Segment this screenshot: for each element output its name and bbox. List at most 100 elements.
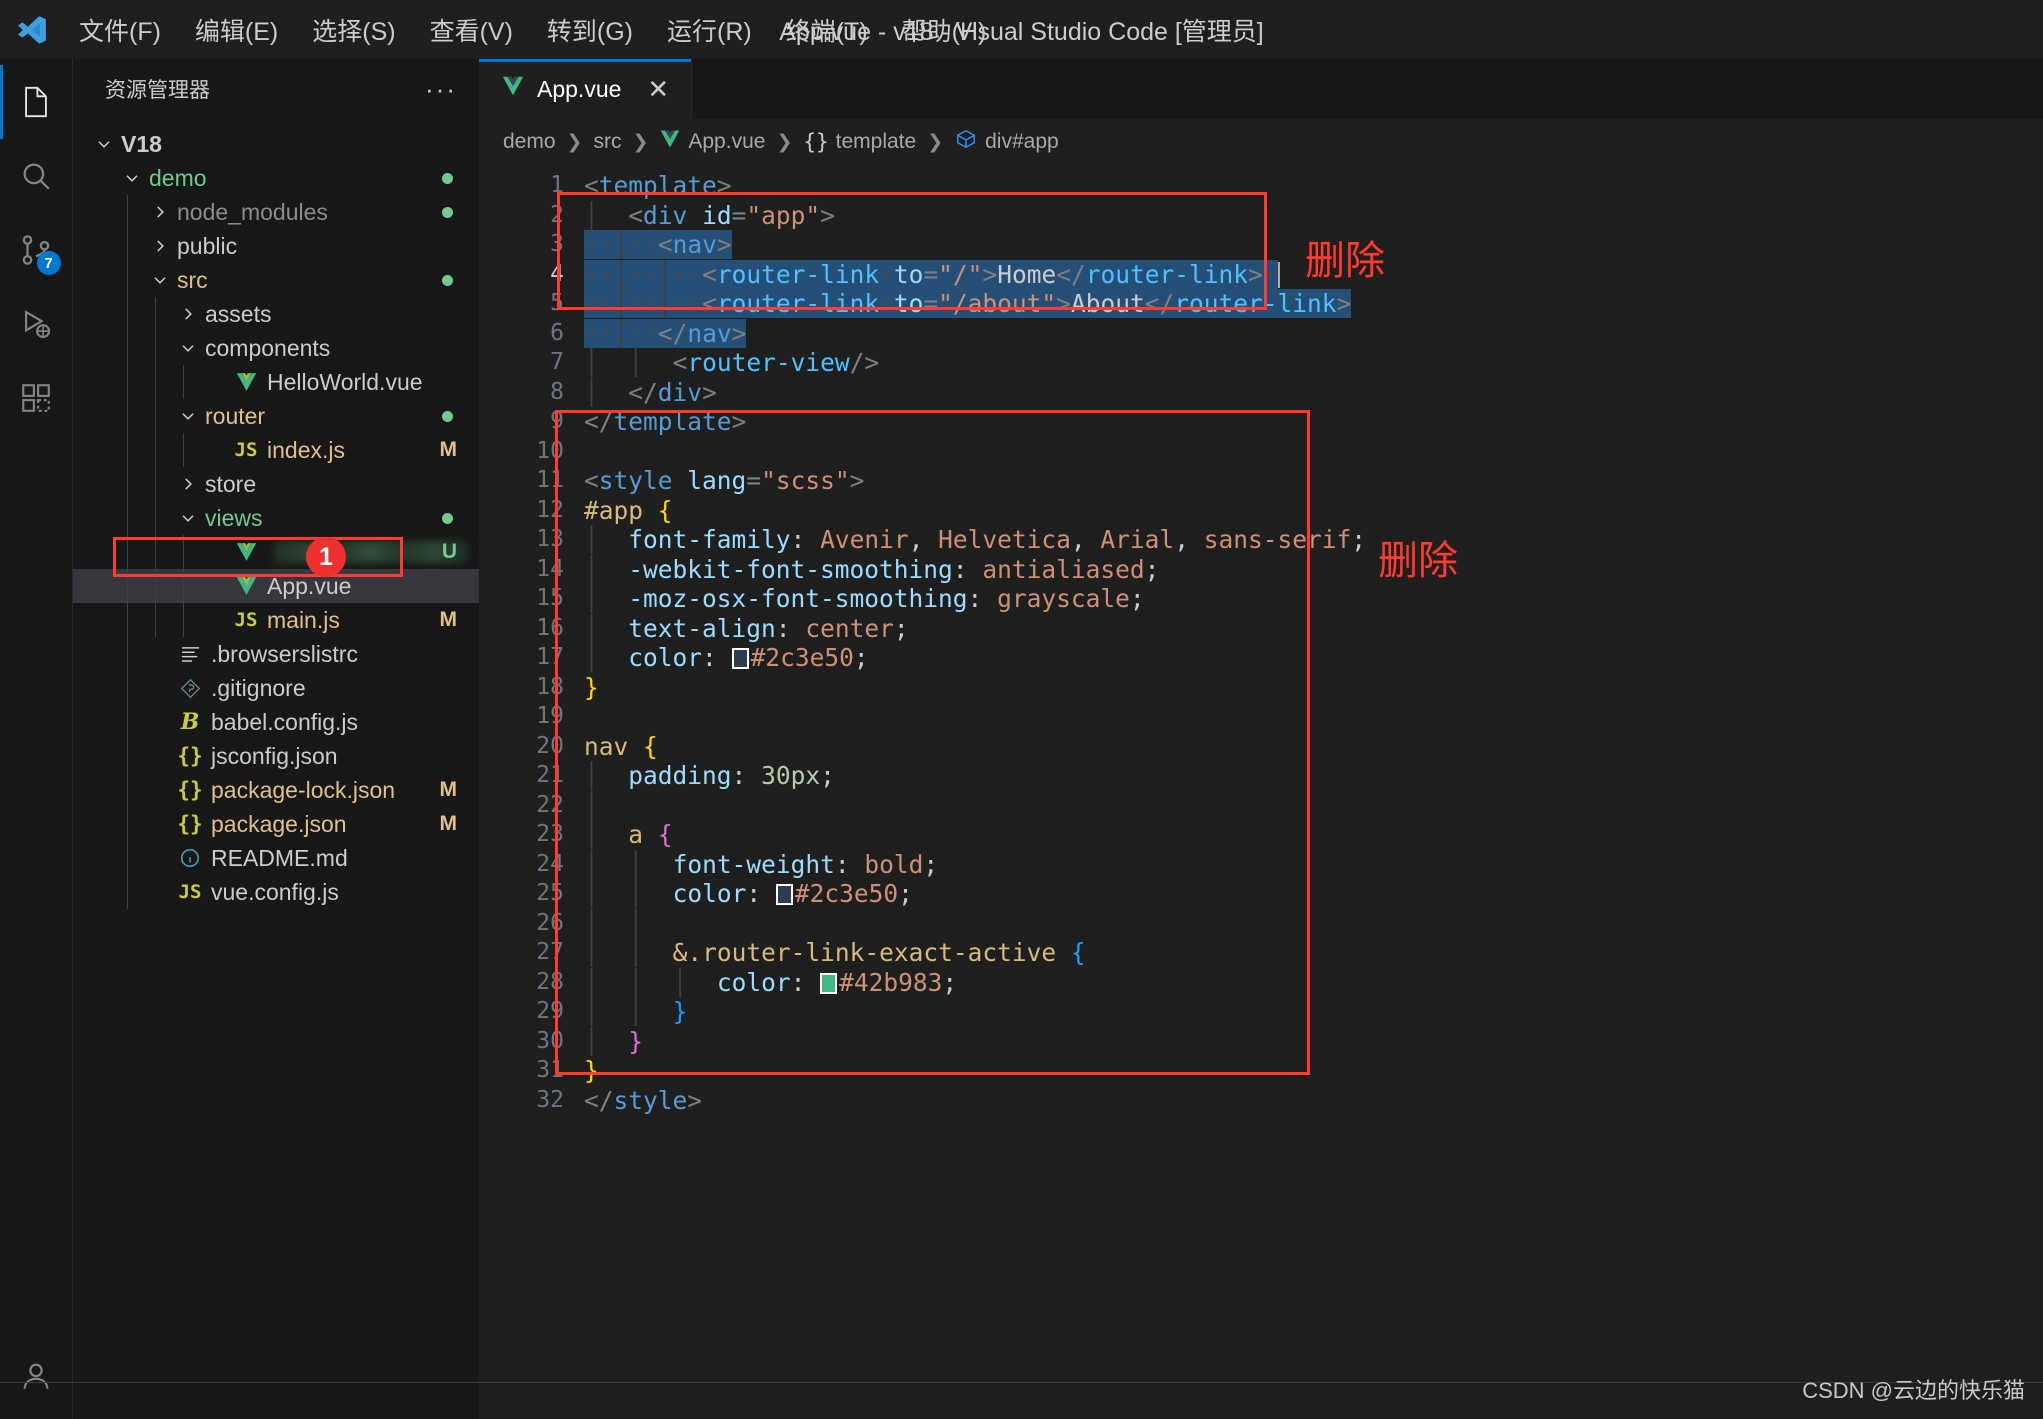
tree-item[interactable]: {} package.json M [73, 807, 479, 841]
code-line[interactable]: 15 │ -moz-osx-font-smoothing: grayscale; [479, 584, 2043, 614]
code-text: │ color: #2c3e50; [584, 643, 869, 672]
tree-item[interactable]: components [73, 331, 479, 365]
tree-item[interactable]: V18 [73, 127, 479, 161]
code-line[interactable]: 14 │ -webkit-font-smoothing: antialiased; [479, 555, 2043, 585]
tree-item-label: index.js [267, 436, 345, 463]
menu-file[interactable]: 文件(F) [62, 8, 178, 52]
code-line[interactable]: 18} [479, 673, 2043, 703]
code-line[interactable]: 5 ··│··│··<router-link·to="/about">About<… [479, 289, 2043, 319]
tree-item[interactable]: JS main.js M [73, 603, 479, 637]
tree-item[interactable]: Bbabel.config.js [73, 705, 479, 739]
tree-item[interactable]: router [73, 399, 479, 433]
line-number: 30 [536, 1027, 564, 1054]
menu-help[interactable]: 帮助(H) [885, 8, 1004, 52]
indent-guide [155, 297, 156, 331]
tree-item[interactable]: store [73, 467, 479, 501]
braces-icon: {} [803, 130, 829, 154]
tree-item[interactable]: {} jsconfig.json [73, 739, 479, 773]
code-line[interactable]: 26 │ │ [479, 909, 2043, 939]
code-line[interactable]: 13 │ font-family: Avenir, Helvetica, Aria… [479, 525, 2043, 555]
breadcrumb-item-div-app[interactable]: div#app [954, 128, 1059, 156]
code-line[interactable]: 7 │ │ <router-view/> [479, 348, 2043, 378]
menu-run[interactable]: 运行(R) [650, 8, 769, 52]
code-line[interactable]: 16 │ text-align: center; [479, 614, 2043, 644]
code-line[interactable]: 19 [479, 702, 2043, 732]
tree-item[interactable]: U [73, 535, 479, 569]
line-number: 21 [536, 762, 564, 788]
menu-edit[interactable]: 编辑(E) [178, 8, 295, 52]
breadcrumb-label: demo [503, 130, 556, 153]
code-line[interactable]: 21 │ padding: 30px; [479, 761, 2043, 791]
code-line[interactable]: 12 #app { [479, 496, 2043, 526]
line-number: 25 [536, 880, 564, 906]
tree-item[interactable]: .gitignore [73, 671, 479, 705]
code-line[interactable]: 23 │ a { [479, 820, 2043, 850]
code-line[interactable]: 17 │ color: #2c3e50; [479, 643, 2043, 673]
tree-item[interactable]: README.md [73, 841, 479, 875]
code-line[interactable]: 2 │ <div id="app"> [479, 201, 2043, 231]
code-line[interactable]: 11 <style lang="scss"> [479, 466, 2043, 496]
source-control-icon[interactable]: 7 [0, 213, 73, 287]
breadcrumb-item-demo[interactable]: demo [503, 130, 556, 154]
code-line[interactable]: 9 </template> [479, 407, 2043, 437]
tab-app-vue[interactable]: App.vue ✕ [479, 59, 693, 119]
code-line[interactable]: 32 </style> [479, 1086, 2043, 1116]
code-line[interactable]: 30 │ } [479, 1027, 2043, 1057]
tree-item[interactable]: JS index.js M [73, 433, 479, 467]
code-line[interactable]: 1 <template> [479, 171, 2043, 201]
code-text: │ padding: 30px; [584, 761, 835, 790]
code-line[interactable]: 28 │ │ │ color: #42b983; [479, 968, 2043, 998]
explorer-more-actions-icon[interactable]: ··· [425, 76, 457, 102]
code-line[interactable]: 27 │ │ &.router-link-exact-active { [479, 938, 2043, 968]
code-text: │ │ color: #2c3e50; [584, 879, 913, 908]
menu-terminal[interactable]: 终端(T) [769, 8, 885, 52]
breadcrumb-item-template[interactable]: {} template [803, 130, 916, 154]
code-line[interactable]: 24 │ │ font-weight: bold; [479, 850, 2043, 880]
tree-item[interactable]: JS vue.config.js [73, 875, 479, 909]
code-line[interactable]: 10 [479, 437, 2043, 467]
run-and-debug-icon[interactable] [0, 287, 73, 361]
menu-go[interactable]: 转到(G) [530, 8, 650, 52]
indent-guide [127, 297, 128, 331]
tree-item[interactable]: HelloWorld.vue [73, 365, 479, 399]
indent-guide [183, 365, 184, 399]
menu-selection[interactable]: 选择(S) [295, 8, 412, 52]
code-line[interactable]: 31} [479, 1056, 2043, 1086]
code-editor[interactable]: 1 <template> 2 │ <div id="app"> 3 ··│··<nav> 4… [479, 165, 2043, 1115]
breadcrumb-item-app-vue[interactable]: App.vue [659, 129, 765, 155]
code-line[interactable]: 29 │ │ } [479, 997, 2043, 1027]
line-number: 5 [550, 290, 564, 316]
annotation-badge-file: 1 [306, 537, 346, 577]
code-line[interactable]: 6 ··│··</nav> [479, 318, 2043, 349]
tree-item[interactable]: demo [73, 161, 479, 195]
tree-item[interactable]: public [73, 229, 479, 263]
vscode-window: 文件(F) 编辑(E) 选择(S) 查看(V) 转到(G) 运行(R) 终端(T… [0, 0, 2043, 1419]
close-icon[interactable]: ✕ [647, 74, 669, 105]
chevron-right-icon: ❯ [632, 131, 649, 153]
code-line[interactable]: 25 │ │ color: #2c3e50; [479, 879, 2043, 909]
breadcrumb-item-src[interactable]: src [593, 130, 621, 154]
indent-guide [127, 195, 128, 229]
code-line[interactable]: 20 nav { [479, 732, 2043, 762]
tree-item-selected[interactable]: App.vue [73, 569, 479, 603]
tree-item[interactable]: assets [73, 297, 479, 331]
tree-item[interactable]: node_modules [73, 195, 479, 229]
extensions-icon[interactable] [0, 361, 73, 435]
modified-indicator-dot [442, 274, 453, 286]
tree-item[interactable]: .browserslistrc [73, 637, 479, 671]
menu-view[interactable]: 查看(V) [413, 8, 530, 52]
code-line[interactable]: 3 ··│··<nav> [479, 230, 2043, 260]
tree-item[interactable]: src [73, 263, 479, 297]
line-number: 16 [536, 614, 564, 641]
explorer-icon[interactable] [0, 65, 73, 139]
code-text: ··│··</nav> [584, 318, 747, 348]
code-line[interactable]: 4 ··│··│··<router-link·to="/">Home</route… [479, 259, 2043, 290]
code-text: │ │ &.router-link-exact-active { [584, 938, 1086, 967]
search-icon[interactable] [0, 139, 73, 213]
account-icon[interactable] [0, 1339, 73, 1413]
tree-item[interactable]: {} package-lock.json M [73, 773, 479, 807]
code-line[interactable]: 22 │ [479, 791, 2043, 821]
tree-item[interactable]: views [73, 501, 479, 535]
code-line[interactable]: 8 │ </div> [479, 378, 2043, 408]
explorer-title: 资源管理器 [105, 79, 210, 102]
